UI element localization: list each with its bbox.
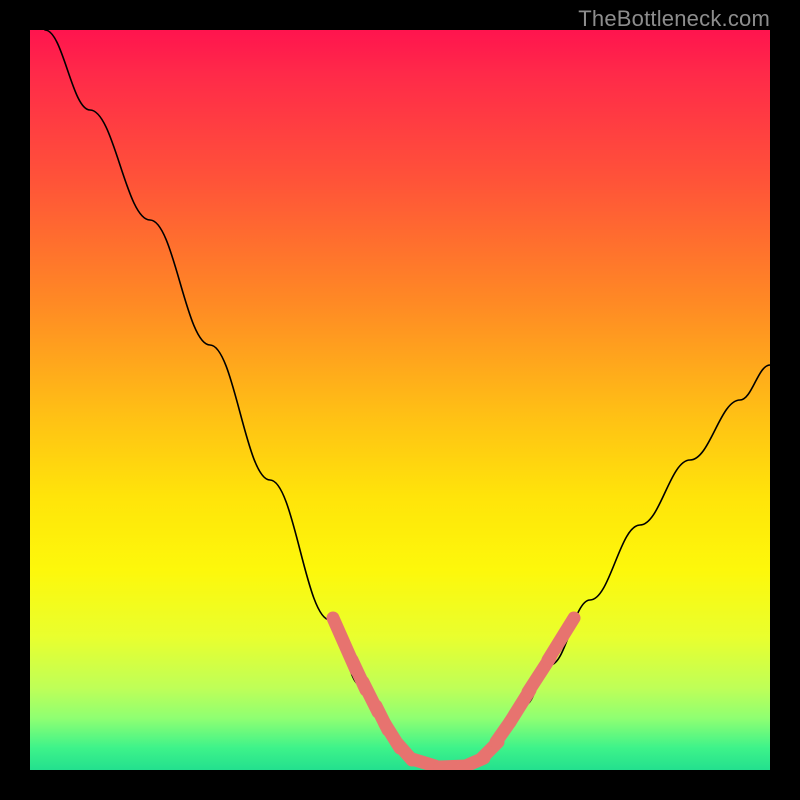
left-curve <box>45 30 430 768</box>
bead-segment <box>412 759 435 766</box>
highlight-beads <box>333 618 574 767</box>
chart-overlay <box>30 30 770 770</box>
chart-plot-area <box>30 30 770 770</box>
watermark-text: TheBottleneck.com <box>578 6 770 32</box>
